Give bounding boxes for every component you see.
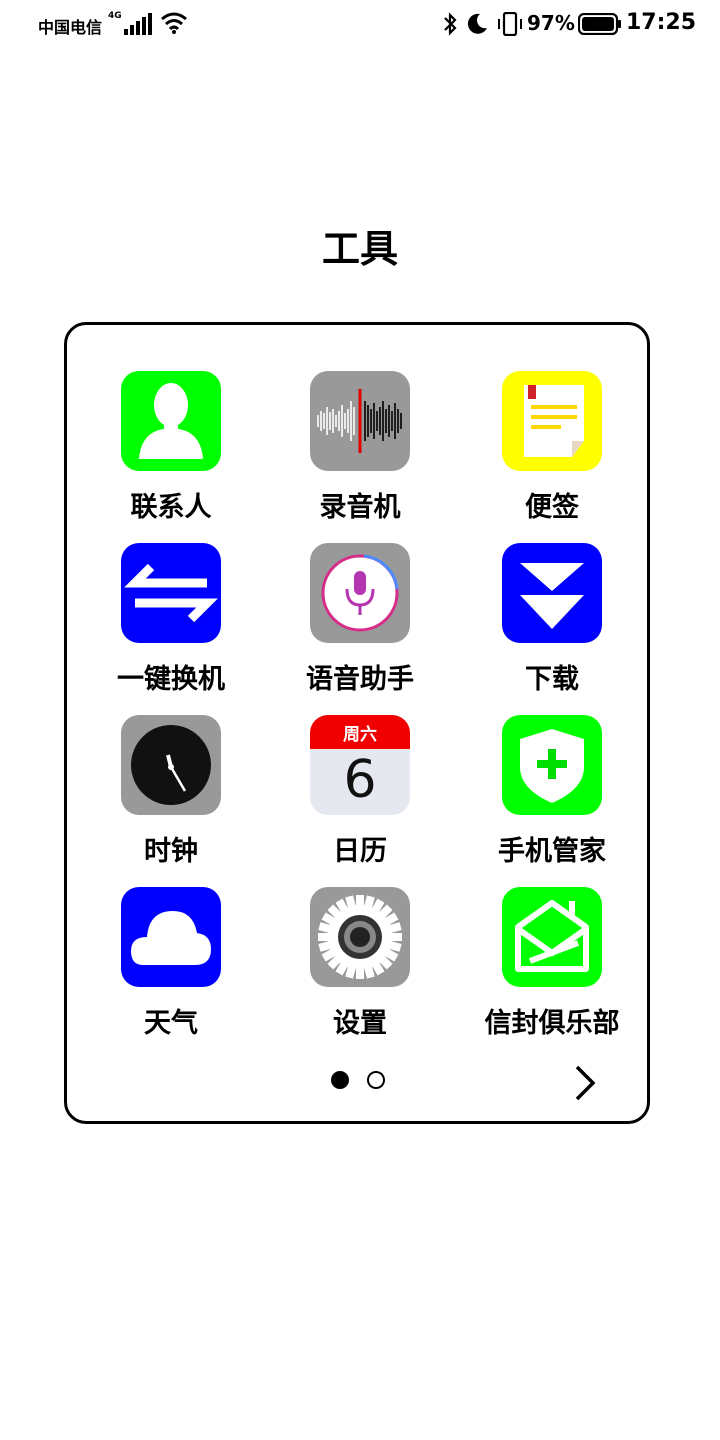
status-bar: 中国电信 4G 97% 17:25	[0, 0, 720, 48]
app-settings[interactable]: 设置	[264, 887, 456, 1040]
weather-icon	[121, 887, 221, 987]
chevron-right-icon[interactable]	[573, 1063, 597, 1103]
battery-percent: 97%	[527, 11, 575, 35]
voice-assistant-icon	[310, 543, 410, 643]
app-label: 信封俱乐部	[484, 1008, 620, 1039]
app-phone-manager[interactable]: 手机管家	[456, 715, 648, 868]
app-calendar[interactable]: 周六 6 日历	[264, 715, 456, 868]
moon-icon	[467, 13, 487, 34]
app-label: 一键换机	[117, 664, 225, 695]
calendar-day: 6	[343, 750, 377, 810]
app-label: 联系人	[130, 492, 212, 523]
phone-clone-icon	[121, 543, 221, 643]
app-label: 语音助手	[306, 664, 414, 695]
battery-icon	[578, 13, 621, 35]
bluetooth-icon	[444, 12, 457, 36]
notes-icon	[502, 371, 602, 471]
clock-icon	[121, 715, 221, 815]
network-type: 4G	[108, 11, 122, 21]
app-weather[interactable]: 天气	[75, 887, 267, 1040]
app-clock[interactable]: 时钟	[75, 715, 267, 868]
vibrate-icon	[498, 12, 522, 36]
phone-manager-icon	[502, 715, 602, 815]
recorder-icon	[310, 371, 410, 471]
wifi-icon	[161, 12, 187, 34]
contacts-icon	[121, 371, 221, 471]
app-download[interactable]: 下载	[456, 543, 648, 696]
page-dot-active[interactable]	[331, 1071, 349, 1089]
app-label: 手机管家	[498, 836, 606, 867]
app-contacts[interactable]: 联系人	[75, 371, 267, 524]
status-time: 17:25	[626, 10, 697, 35]
page-dot[interactable]	[367, 1071, 385, 1089]
carrier-name: 中国电信	[38, 18, 103, 37]
app-label: 设置	[333, 1008, 387, 1039]
app-label: 天气	[144, 1008, 198, 1039]
calendar-weekday: 周六	[310, 715, 410, 749]
envelope-club-icon	[502, 887, 602, 987]
app-label: 录音机	[319, 492, 401, 523]
app-label: 下载	[525, 664, 579, 695]
calendar-icon: 周六 6	[310, 715, 410, 815]
download-icon	[502, 543, 602, 643]
settings-icon	[310, 887, 410, 987]
app-recorder[interactable]: 录音机	[264, 371, 456, 524]
app-phone-clone[interactable]: 一键换机	[75, 543, 267, 696]
app-label: 日历	[333, 836, 387, 867]
app-folder: 联系人 录音机 便签 一键换机 语音助手 下载 时钟 周六 6 日历 手机管家 …	[64, 322, 650, 1124]
app-label: 时钟	[144, 836, 198, 867]
app-notes[interactable]: 便签	[456, 371, 648, 524]
signal-icon	[124, 13, 152, 35]
app-label: 便签	[525, 492, 579, 523]
page-title: 工具	[321, 227, 398, 271]
app-voice-assistant[interactable]: 语音助手	[264, 543, 456, 696]
app-envelope-club[interactable]: 信封俱乐部	[456, 887, 648, 1040]
